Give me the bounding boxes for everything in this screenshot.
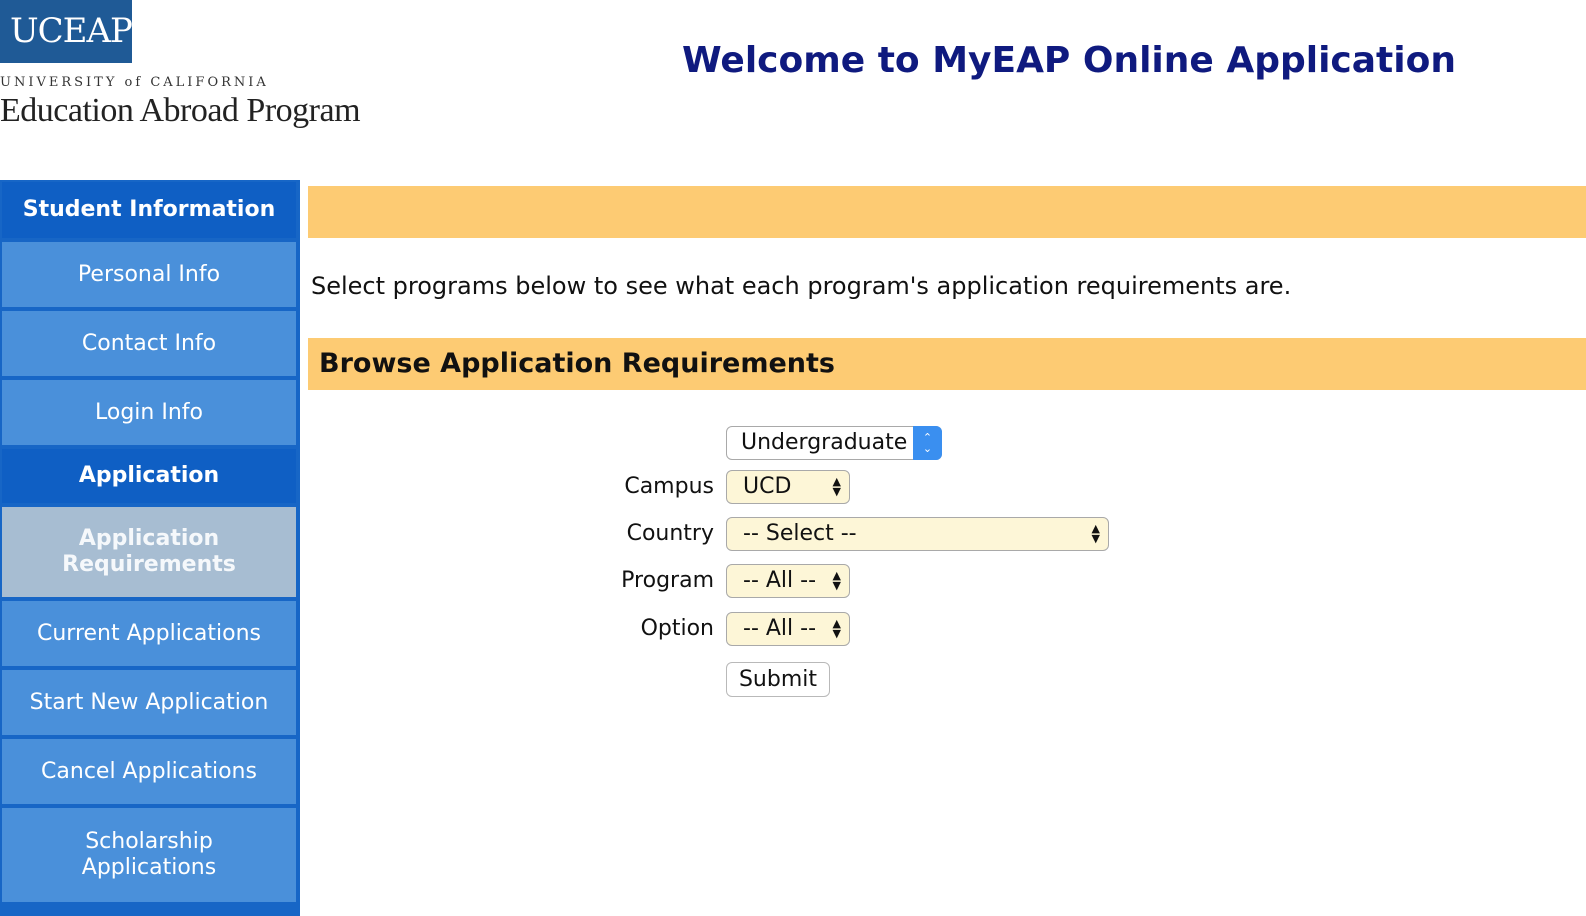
sidebar-item-scholarship-applications[interactable]: Scholarship Applications (2, 808, 296, 904)
sidebar-section-application: Application (2, 449, 296, 505)
country-select-value: -- Select -- (743, 521, 857, 546)
updown-arrow-icon: ▲ ▼ (832, 569, 841, 592)
sidebar-nav: Student Information Personal Info Contac… (0, 180, 300, 916)
sidebar-section-student-information: Student Information (2, 182, 296, 240)
sidebar-item-contact-info[interactable]: Contact Info (2, 311, 296, 378)
sidebar-item-login-info[interactable]: Login Info (2, 380, 296, 447)
campus-select[interactable]: UCD ▲ ▼ (726, 470, 850, 504)
level-select[interactable]: Undergraduate ⌃ ⌄ (726, 426, 942, 460)
updown-arrow-icon: ▲ ▼ (832, 475, 841, 498)
option-label: Option (640, 616, 714, 641)
option-select-value: -- All -- (743, 616, 817, 641)
campus-select-value: UCD (743, 474, 792, 499)
country-select[interactable]: -- Select -- ▲ ▼ (726, 517, 1109, 551)
updown-arrow-icon: ▲ ▼ (832, 617, 841, 640)
intro-text: Select programs below to see what each p… (311, 272, 1292, 300)
program-label: Program (621, 568, 714, 593)
logo-program-name: Education Abroad Program (0, 92, 361, 129)
sidebar-item-start-new-application[interactable]: Start New Application (2, 670, 296, 737)
sidebar-item-personal-info[interactable]: Personal Info (2, 242, 296, 309)
chevron-updown-icon: ⌃ ⌄ (913, 426, 942, 460)
section-title: Browse Application Requirements (319, 348, 835, 379)
country-label: Country (626, 521, 714, 546)
page-title: Welcome to MyEAP Online Application (682, 40, 1456, 81)
logo-mark: UCEAP (0, 0, 133, 63)
ucEAP-logo[interactable]: UCEAP UNIVERSITY of CALIFORNIA Education… (0, 0, 361, 140)
level-select-value: Undergraduate (741, 430, 908, 455)
program-select[interactable]: -- All -- ▲ ▼ (726, 564, 850, 598)
program-select-value: -- All -- (743, 568, 817, 593)
top-banner (308, 186, 1586, 238)
updown-arrow-icon: ▲ ▼ (1091, 522, 1100, 545)
sidebar-item-cancel-applications[interactable]: Cancel Applications (2, 739, 296, 806)
option-select[interactable]: -- All -- ▲ ▼ (726, 612, 850, 646)
logo-university: UNIVERSITY of CALIFORNIA (0, 75, 269, 90)
sidebar-item-current-applications[interactable]: Current Applications (2, 601, 296, 668)
sidebar-item-application-requirements[interactable]: Application Requirements (2, 507, 296, 599)
campus-label: Campus (624, 474, 714, 499)
section-header: Browse Application Requirements (308, 338, 1586, 390)
submit-button[interactable]: Submit (726, 662, 830, 697)
